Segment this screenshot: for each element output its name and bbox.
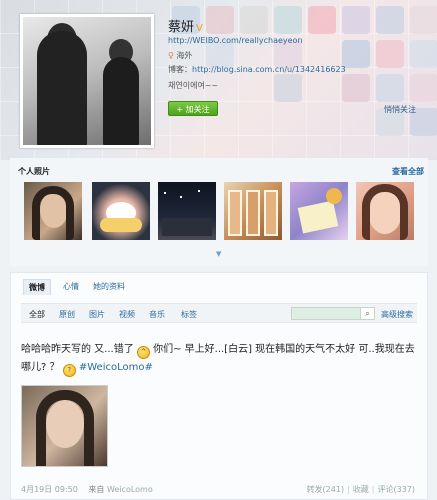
profile-name: 蔡妍 V: [168, 16, 203, 35]
post-client-link[interactable]: WeicoLomo: [107, 485, 153, 494]
favorite-link[interactable]: 收藏: [353, 485, 369, 494]
expand-arrow-icon[interactable]: ▼: [216, 250, 221, 258]
profile-name-text: 蔡妍: [168, 20, 195, 35]
profile-header: 蔡妍 V http://WEIBO.com/reallychaeyeon ♀ 海外…: [16, 8, 424, 150]
from-label: 来自: [88, 485, 105, 494]
post-content: 哈哈哈昨天写的 又...错了 ^ 你们~ 早上好...[白云] 现在韩国的天气不…: [21, 341, 421, 377]
post-text-part: 哈哈哈昨天写的 又...错了: [21, 344, 134, 355]
profile-bio: 채연이에여~~: [168, 81, 219, 90]
photo-thumbnail[interactable]: [356, 182, 414, 240]
post-meta: 4月19日 09:50 来自 WeicoLomo: [21, 484, 153, 495]
profile-url-line: http://WEIBO.com/reallychaeyeon: [168, 36, 303, 45]
filter-music[interactable]: 音乐: [149, 309, 165, 320]
post-date-link[interactable]: 4月19日 09:50: [21, 485, 78, 494]
tab-mood[interactable]: 心情: [63, 281, 79, 292]
profile-url-link[interactable]: http://WEIBO.com/reallychaeyeon: [168, 36, 303, 45]
tab-profile[interactable]: 她的资料: [93, 281, 125, 292]
feed-search-input[interactable]: [291, 307, 361, 320]
photo-thumbnail[interactable]: [290, 182, 348, 240]
quiet-follow-link[interactable]: 悄悄关注: [384, 104, 416, 115]
photos-title: 个人照片: [18, 167, 50, 176]
post-hashtag[interactable]: #WeicoLomo#: [79, 362, 153, 373]
post-text-part: 哪儿? ？: [21, 362, 60, 373]
post-text-part: 你们~ 早上好...[白云] 现在韩国的天气不太好 可..我现在去: [153, 344, 415, 355]
verified-icon: V: [196, 23, 203, 34]
photo-thumbnail[interactable]: [224, 182, 282, 240]
filter-original[interactable]: 原创: [59, 309, 75, 320]
blog-label: 博客：: [168, 65, 192, 74]
photos-section: 个人照片 查看全部 ▼: [10, 158, 428, 266]
photo-thumbnail[interactable]: [158, 182, 216, 240]
post-actions: 转发(241) | 收藏 | 评论(337): [306, 485, 415, 494]
tab-weibo[interactable]: 微博: [23, 279, 51, 295]
emoji-icon: ?: [62, 364, 76, 377]
see-all-photos-link[interactable]: 查看全部: [392, 166, 424, 177]
filter-videos[interactable]: 视频: [119, 309, 135, 320]
profile-blog-line: 博客：http://blog.sina.com.cn/u/1342416623: [168, 64, 346, 75]
filter-images[interactable]: 图片: [89, 309, 105, 320]
feed-section: 微博 心情 她的资料 全部 原创 图片 视频 音乐 标签 ⌕ 高级搜索 哈哈哈昨…: [10, 272, 428, 500]
feed-filter-bar: 全部 原创 图片 视频 音乐 标签 ⌕ 高级搜索: [21, 303, 417, 323]
follow-button[interactable]: + 加关注: [168, 101, 218, 116]
advanced-search-link[interactable]: 高级搜索: [381, 309, 413, 320]
filter-tags[interactable]: 标签: [181, 309, 197, 320]
repost-link[interactable]: 转发(241): [307, 485, 345, 494]
comment-link[interactable]: 评论(337): [377, 485, 415, 494]
profile-location-line: ♀ 海外: [168, 50, 192, 61]
photo-thumbnail[interactable]: [92, 182, 150, 240]
blog-link[interactable]: http://blog.sina.com.cn/u/1342416623: [192, 65, 346, 74]
filter-all[interactable]: 全部: [29, 309, 45, 320]
location-icon: ♀: [168, 51, 174, 60]
photo-thumbnail[interactable]: [24, 182, 82, 240]
profile-avatar[interactable]: [20, 14, 154, 148]
emoji-icon: ^: [136, 346, 150, 359]
search-icon[interactable]: ⌕: [361, 307, 375, 320]
profile-location: 海外: [176, 51, 193, 60]
post-image[interactable]: [21, 385, 108, 467]
